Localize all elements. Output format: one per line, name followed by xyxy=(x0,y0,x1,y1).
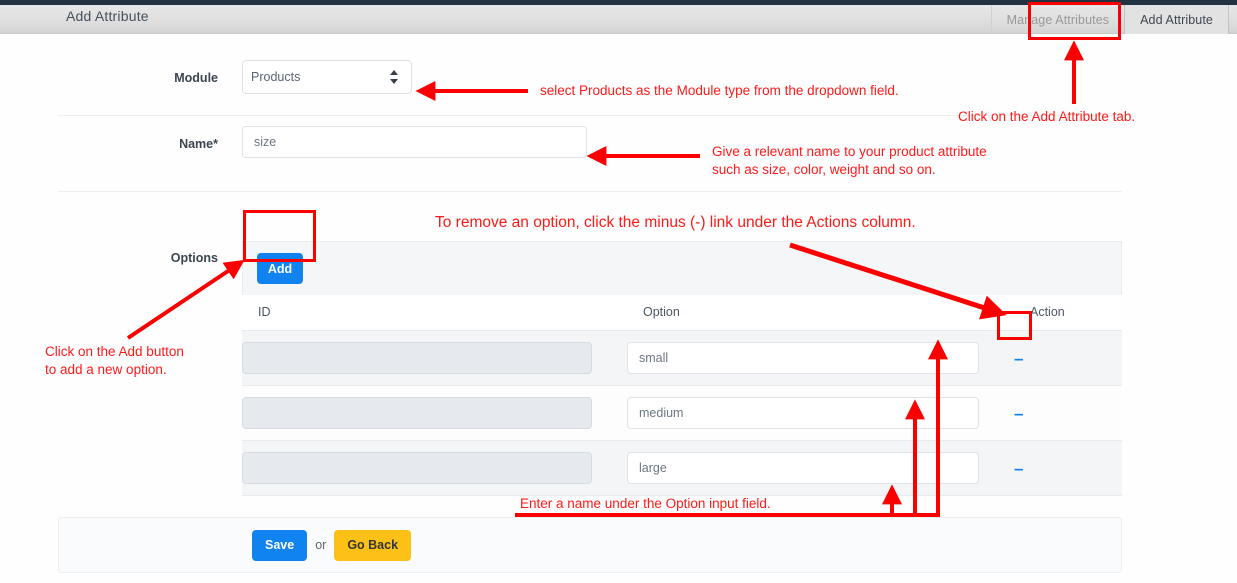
save-button[interactable]: Save xyxy=(252,529,308,561)
options-label: Options xyxy=(170,251,218,265)
row-id-input-2[interactable] xyxy=(242,452,592,484)
remove-option-icon-2[interactable]: – xyxy=(1014,460,1024,477)
remove-option-icon-1[interactable]: – xyxy=(1014,405,1024,422)
annotation-add-button: Click on the Add button to add a new opt… xyxy=(45,344,184,377)
cell-action: – xyxy=(1014,440,1122,496)
annotation-name: Give a relevant name to your product att… xyxy=(712,144,987,177)
add-option-button[interactable]: Add xyxy=(257,253,303,284)
column-header-action: Action xyxy=(1014,295,1122,331)
annotation-module: select Products as the Module type from … xyxy=(540,83,899,98)
header-tabs[interactable]: Manage Attributes Add Attribute xyxy=(990,5,1229,34)
module-label: Module xyxy=(174,71,218,85)
row-option-input-1[interactable] xyxy=(627,397,979,429)
options-table-header-row: ID Option Action xyxy=(242,295,1122,331)
annotation-add-tab: Click on the Add Attribute tab. xyxy=(958,109,1136,124)
annotation-option-input: Enter a name under the Option input fiel… xyxy=(520,496,771,511)
row-option-input-0[interactable] xyxy=(627,342,979,374)
cell-option xyxy=(627,330,1014,386)
table-row: – xyxy=(242,440,1122,496)
cell-id xyxy=(242,440,627,496)
column-header-id: ID xyxy=(242,295,627,331)
options-toolbar: Add xyxy=(242,241,1122,295)
remove-option-icon-0[interactable]: – xyxy=(1014,350,1024,367)
tab-add-attribute[interactable]: Add Attribute xyxy=(1124,5,1229,34)
column-header-option: Option xyxy=(627,295,1014,331)
table-row: – xyxy=(242,385,1122,441)
options-table-body: – – xyxy=(242,330,1122,496)
cell-id xyxy=(242,330,627,386)
page-title: Add Attribute xyxy=(66,8,149,24)
tab-manage-attributes[interactable]: Manage Attributes xyxy=(990,5,1124,34)
annotation-remove-option: To remove an option, click the minus (-)… xyxy=(435,214,916,231)
name-input[interactable] xyxy=(242,126,587,158)
form-footer: Save or Go Back xyxy=(58,517,1122,573)
table-row: – xyxy=(242,330,1122,386)
cell-id xyxy=(242,385,627,441)
cell-action: – xyxy=(1014,330,1122,386)
row-option-input-2[interactable] xyxy=(627,452,979,484)
name-label: Name* xyxy=(179,137,218,151)
row-id-input-1[interactable] xyxy=(242,397,592,429)
module-select[interactable]: Products xyxy=(242,60,412,94)
cell-action: – xyxy=(1014,385,1122,441)
cell-option xyxy=(627,385,1014,441)
cell-option xyxy=(627,440,1014,496)
options-panel: Add ID Option Action small – medium – la… xyxy=(242,241,1122,496)
row-id-input-0[interactable] xyxy=(242,342,592,374)
options-table: ID Option Action – xyxy=(242,295,1122,496)
go-back-button[interactable]: Go Back xyxy=(334,529,412,561)
or-label: or xyxy=(315,538,327,552)
